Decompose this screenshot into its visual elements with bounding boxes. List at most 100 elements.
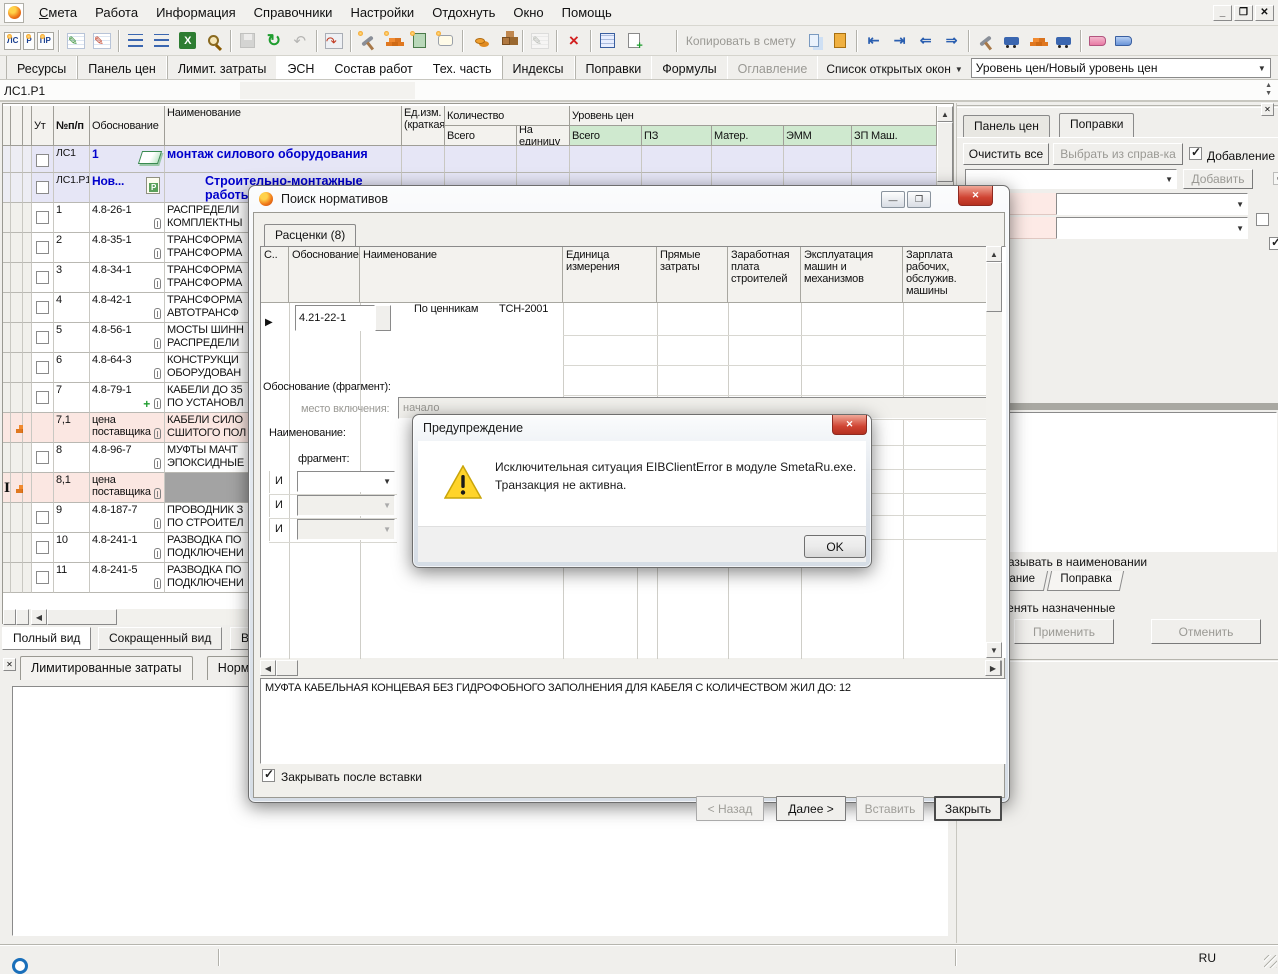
dialog-close-icon[interactable]: ✕ — [958, 186, 993, 206]
row-checkbox[interactable] — [36, 451, 49, 464]
truck-icon[interactable] — [1000, 30, 1024, 52]
minimize-button[interactable]: _ — [1213, 5, 1232, 21]
sort-updown-icon[interactable] — [648, 30, 672, 52]
menu-7[interactable]: Окно — [504, 2, 552, 23]
cargo-icon[interactable] — [494, 30, 518, 52]
dialog-hscrollbar[interactable]: ◀ ▶ — [260, 660, 1002, 676]
edit-estimate-icon[interactable]: ✎ — [64, 30, 88, 52]
add-button[interactable]: Добавить — [1183, 169, 1253, 189]
indent-icon[interactable]: ⇥ — [888, 30, 912, 52]
panel-tab-4[interactable]: ЭСН — [277, 56, 324, 79]
col-name[interactable]: Наименование — [165, 106, 402, 146]
row-checkbox[interactable] — [36, 301, 49, 314]
back-button[interactable]: < Назад — [696, 796, 764, 821]
code-edit-button[interactable] — [375, 305, 391, 331]
bottom-tab-1[interactable]: Лимитированные затраты — [20, 656, 193, 680]
price-level-combo[interactable]: Уровень цен/Новый уровень цен▼ — [971, 58, 1271, 78]
restore-button[interactable]: ❐ — [1234, 5, 1253, 21]
delete-estimate-icon[interactable]: ✎ — [90, 30, 114, 52]
open-windows-menu[interactable]: Список открытых окон▼ — [818, 56, 970, 79]
panel-tab-9[interactable]: Формулы — [652, 56, 727, 79]
delete-icon[interactable]: × — [562, 30, 586, 52]
unlock-icon[interactable]: ↷ — [322, 30, 346, 52]
col-pl-total[interactable]: Всего — [570, 126, 642, 146]
col-qty-group[interactable]: Количество — [445, 106, 570, 126]
row-checkbox[interactable] — [36, 181, 49, 194]
dialog-minimize-button[interactable]: — — [881, 191, 905, 208]
panel-tab-3[interactable]: Лимит. затраты — [167, 56, 278, 79]
correction-row-combo[interactable]: ▼ — [1056, 217, 1248, 239]
refresh-icon[interactable]: ↻ — [262, 30, 286, 52]
view-tab-2[interactable]: Сокращенный вид — [98, 627, 222, 650]
warning-close-icon[interactable]: ✕ — [832, 415, 867, 435]
close-dialog-button[interactable]: Закрыть — [934, 796, 1002, 821]
row-checkbox[interactable] — [36, 241, 49, 254]
keyboard-layout-indicator[interactable]: RU — [1199, 951, 1216, 965]
panel-tab-2[interactable]: Панель цен — [77, 56, 167, 79]
code-edit-box[interactable]: 4.21-22-1 — [295, 305, 375, 331]
search-dialog-titlebar[interactable]: Поиск нормативов — ❐ ✕ — [249, 186, 1009, 212]
comment-icon[interactable] — [434, 30, 458, 52]
resources-icon[interactable] — [356, 30, 380, 52]
r-section-button[interactable]: Р — [23, 32, 34, 50]
add-page-icon[interactable] — [622, 30, 646, 52]
col-just[interactable]: Обоснование — [90, 106, 165, 146]
row-checkbox[interactable] — [36, 391, 49, 404]
resize-grip[interactable] — [1264, 955, 1277, 968]
panel-tab-5[interactable]: Состав работ — [324, 56, 422, 79]
col-price-level-group[interactable]: Уровень цен — [570, 106, 937, 126]
calculator-icon[interactable] — [596, 30, 620, 52]
dialog-col-3[interactable]: Наименование — [360, 247, 563, 303]
dialog-col-2[interactable]: Обоснование — [289, 247, 360, 303]
fragment-combo[interactable]: ▼ — [297, 471, 395, 492]
row-checkbox[interactable] — [36, 271, 49, 284]
dialog-col-5[interactable]: Прямые затраты — [657, 247, 728, 303]
search-icon[interactable] — [202, 30, 226, 52]
row-checkbox[interactable] — [36, 571, 49, 584]
result-list[interactable]: МУФТА КАБЕЛЬНАЯ КОНЦЕВАЯ БЕЗ ГИДРОФОБНОГ… — [260, 678, 1006, 764]
materials-icon[interactable] — [382, 30, 406, 52]
sheet-spinner[interactable]: ▲▼ — [1265, 82, 1272, 98]
rpanel-close-icon[interactable]: ✕ — [1261, 103, 1274, 116]
panel-tab-6[interactable]: Тех. часть — [423, 56, 502, 79]
excel-export-icon[interactable]: X — [176, 30, 200, 52]
row-checkbox[interactable] — [36, 361, 49, 374]
cancel-button[interactable]: Отменить — [1151, 619, 1261, 644]
shift-right-icon[interactable]: ⇒ — [940, 30, 964, 52]
col-pz[interactable]: ПЗ — [642, 126, 712, 146]
correction-row-checkbox[interactable] — [1256, 213, 1269, 226]
menu-4[interactable]: Справочники — [245, 2, 342, 23]
addition-checkbox[interactable] — [1189, 147, 1202, 160]
undo-icon[interactable]: ↶ — [288, 30, 312, 52]
work-icon[interactable] — [974, 30, 998, 52]
edit-page-icon[interactable]: ✎ — [528, 30, 552, 52]
menu-2[interactable]: Работа — [86, 2, 147, 23]
save-icon[interactable] — [236, 30, 260, 52]
menu-3[interactable]: Информация — [147, 2, 245, 23]
col-qty-total[interactable]: Всего — [445, 126, 517, 146]
correction-row-checkbox[interactable] — [1269, 237, 1278, 250]
truck2-icon[interactable] — [1052, 30, 1076, 52]
col-qty-per-unit[interactable]: На единицу — [517, 126, 570, 146]
dialog-col-8[interactable]: Зарплата рабочих, обслужив. машины — [903, 247, 987, 303]
rpanel-tab-1[interactable]: Панель цен — [963, 115, 1050, 137]
clear-all-button[interactable]: Очистить все — [963, 143, 1049, 165]
menu-1[interactable]: Смета — [30, 2, 86, 23]
dialog-col-6[interactable]: Заработная плата строителей — [728, 247, 801, 303]
col-ut[interactable]: Ут — [32, 106, 54, 146]
menu-6[interactable]: Отдохнуть — [423, 2, 504, 23]
row-checkbox[interactable] — [36, 154, 49, 167]
next-button[interactable]: Далее > — [776, 796, 846, 821]
dialog-col-1[interactable]: С.. — [261, 247, 289, 303]
row-checkbox[interactable] — [36, 331, 49, 344]
tree-level-icon[interactable] — [124, 30, 148, 52]
row-checkbox[interactable] — [36, 211, 49, 224]
tab-rates[interactable]: Расценки (8) — [264, 224, 356, 246]
menu-5[interactable]: Настройки — [341, 2, 423, 23]
coins-icon[interactable] — [468, 30, 492, 52]
paste-icon[interactable] — [828, 30, 852, 52]
col-unit[interactable]: Ед.изм.(краткая) — [402, 106, 445, 146]
bricks-icon[interactable] — [1026, 30, 1050, 52]
book-pink-icon[interactable] — [1086, 30, 1110, 52]
outdent-icon[interactable]: ⇤ — [862, 30, 886, 52]
